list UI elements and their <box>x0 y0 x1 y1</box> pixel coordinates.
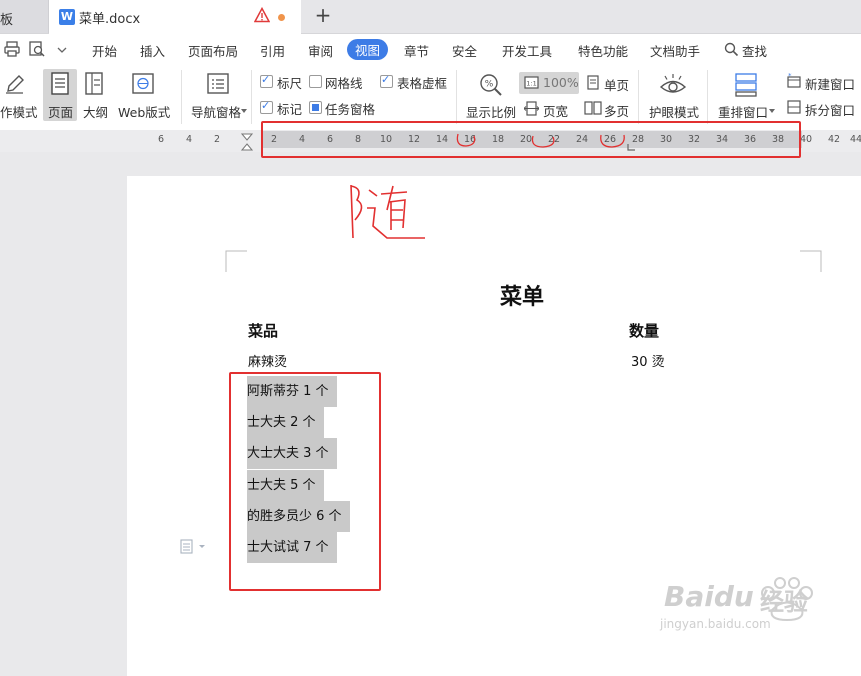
menu-chapter[interactable]: 章节 <box>404 41 429 60</box>
new-window-icon[interactable]: * <box>786 73 802 89</box>
outline-label[interactable]: 大纲 <box>83 102 108 121</box>
single-page-label[interactable]: 单页 <box>604 75 629 94</box>
page-view-label[interactable]: 页面 <box>48 102 73 121</box>
row-quantity[interactable]: 30 烫 <box>631 351 665 370</box>
tab-title: 菜单.docx <box>79 12 141 27</box>
rearrange-window-icon[interactable] <box>734 72 758 98</box>
rearrange-window-label[interactable]: 重排窗口 <box>718 102 768 121</box>
search-icon[interactable] <box>724 42 739 57</box>
watermark-brand: Baidu <box>664 580 754 613</box>
table-gridlines-label[interactable]: 表格虚框 <box>397 73 447 92</box>
chevron-down-icon[interactable] <box>240 107 248 115</box>
new-window-label[interactable]: 新建窗口 <box>805 74 855 93</box>
menu-doc-assistant[interactable]: 文档助手 <box>650 41 700 60</box>
quick-access-dropdown-icon[interactable] <box>55 40 69 58</box>
page-width-icon[interactable] <box>524 101 539 116</box>
navigation-pane-icon[interactable] <box>206 72 230 96</box>
navigation-pane-label[interactable]: 导航窗格 <box>191 102 241 121</box>
marks-label[interactable]: 标记 <box>277 99 302 118</box>
tab-previous[interactable]: 板 <box>0 0 49 33</box>
menu-home[interactable]: 开始 <box>92 41 117 60</box>
multi-page-icon[interactable] <box>584 101 602 116</box>
page-view-icon[interactable] <box>50 72 70 96</box>
gridlines-label[interactable]: 网格线 <box>325 73 363 92</box>
menu-page-layout[interactable]: 页面布局 <box>188 41 238 60</box>
watermark-brand-cn: 经验 <box>760 588 808 616</box>
svg-text:1:1: 1:1 <box>526 80 536 88</box>
gridlines-checkbox[interactable] <box>309 75 322 88</box>
margin-corner-mark <box>225 250 247 272</box>
zoom-icon[interactable]: % <box>478 72 504 98</box>
ruler-highlight-box <box>261 121 801 158</box>
edit-mode-label[interactable]: 作模式 <box>0 102 38 121</box>
search-label[interactable]: 查找 <box>742 41 767 60</box>
split-window-label[interactable]: 拆分窗口 <box>805 100 855 119</box>
page-width-label[interactable]: 页宽 <box>543 101 568 120</box>
marks-checkbox[interactable] <box>260 99 273 114</box>
multi-page-label[interactable]: 多页 <box>604 101 629 120</box>
watermark-url: jingyan.baidu.com <box>660 617 771 631</box>
zoom-label[interactable]: 显示比例 <box>466 102 516 121</box>
ribbon-separator <box>456 70 457 124</box>
ribbon-separator <box>707 70 708 124</box>
web-layout-icon[interactable] <box>131 72 155 96</box>
title-bar: 板 W 菜单.docx + <box>0 0 861 34</box>
eye-mode-label[interactable]: 护眼模式 <box>649 102 699 121</box>
svg-text:%: % <box>485 80 494 90</box>
header-quantity[interactable]: 数量 <box>629 320 659 341</box>
ruler-checkbox[interactable] <box>260 73 273 88</box>
menu-developer[interactable]: 开发工具 <box>502 41 552 60</box>
menu-review[interactable]: 审阅 <box>308 41 333 60</box>
outline-icon[interactable] <box>84 72 104 96</box>
ribbon-separator <box>181 70 182 124</box>
ruler-label[interactable]: 标尺 <box>277 73 302 92</box>
menu-special-features[interactable]: 特色功能 <box>578 41 628 60</box>
header-dish[interactable]: 菜品 <box>248 320 278 341</box>
menu-insert[interactable]: 插入 <box>140 41 165 60</box>
pencil-icon[interactable] <box>3 72 27 96</box>
svg-text:*: * <box>788 73 792 80</box>
tab-active-document[interactable]: W 菜单.docx <box>49 0 301 34</box>
print-icon[interactable] <box>3 40 21 58</box>
print-preview-icon[interactable] <box>28 40 46 58</box>
warning-icon[interactable] <box>254 7 270 23</box>
chevron-down-icon[interactable] <box>768 107 776 115</box>
task-pane-checkbox[interactable] <box>309 101 322 114</box>
table-gridlines-checkbox[interactable] <box>380 73 393 88</box>
row-dish[interactable]: 麻辣烫 <box>248 351 287 370</box>
ribbon-separator <box>251 70 252 124</box>
margin-corner-mark <box>800 250 822 272</box>
paragraph-layout-icon[interactable] <box>180 539 206 555</box>
tab-previous-label: 板 <box>0 13 14 28</box>
menu-references[interactable]: 引用 <box>260 41 285 60</box>
web-layout-label[interactable]: Web版式 <box>118 102 170 121</box>
word-doc-icon: W <box>59 9 75 25</box>
document-title[interactable]: 菜单 <box>500 279 544 311</box>
single-page-icon[interactable] <box>586 75 600 90</box>
new-tab-button[interactable]: + <box>312 3 334 27</box>
split-window-icon[interactable] <box>786 99 802 115</box>
selection-highlight-box <box>229 372 381 591</box>
ribbon-separator <box>638 70 639 124</box>
task-pane-label[interactable]: 任务窗格 <box>325 99 375 118</box>
zoom-100-icon[interactable]: 1:1 <box>524 75 539 90</box>
menu-view[interactable]: 视图 <box>347 39 389 60</box>
eye-icon[interactable] <box>659 72 687 98</box>
unsaved-dot-icon[interactable] <box>278 14 285 21</box>
handwritten-annotation-icon <box>350 184 425 239</box>
menu-bar: 开始 插入 页面布局 引用 审阅 视图 章节 安全 开发工具 特色功能 文档助手… <box>0 34 861 64</box>
menu-security[interactable]: 安全 <box>452 41 477 60</box>
zoom-100-label[interactable]: 100% <box>543 75 579 90</box>
